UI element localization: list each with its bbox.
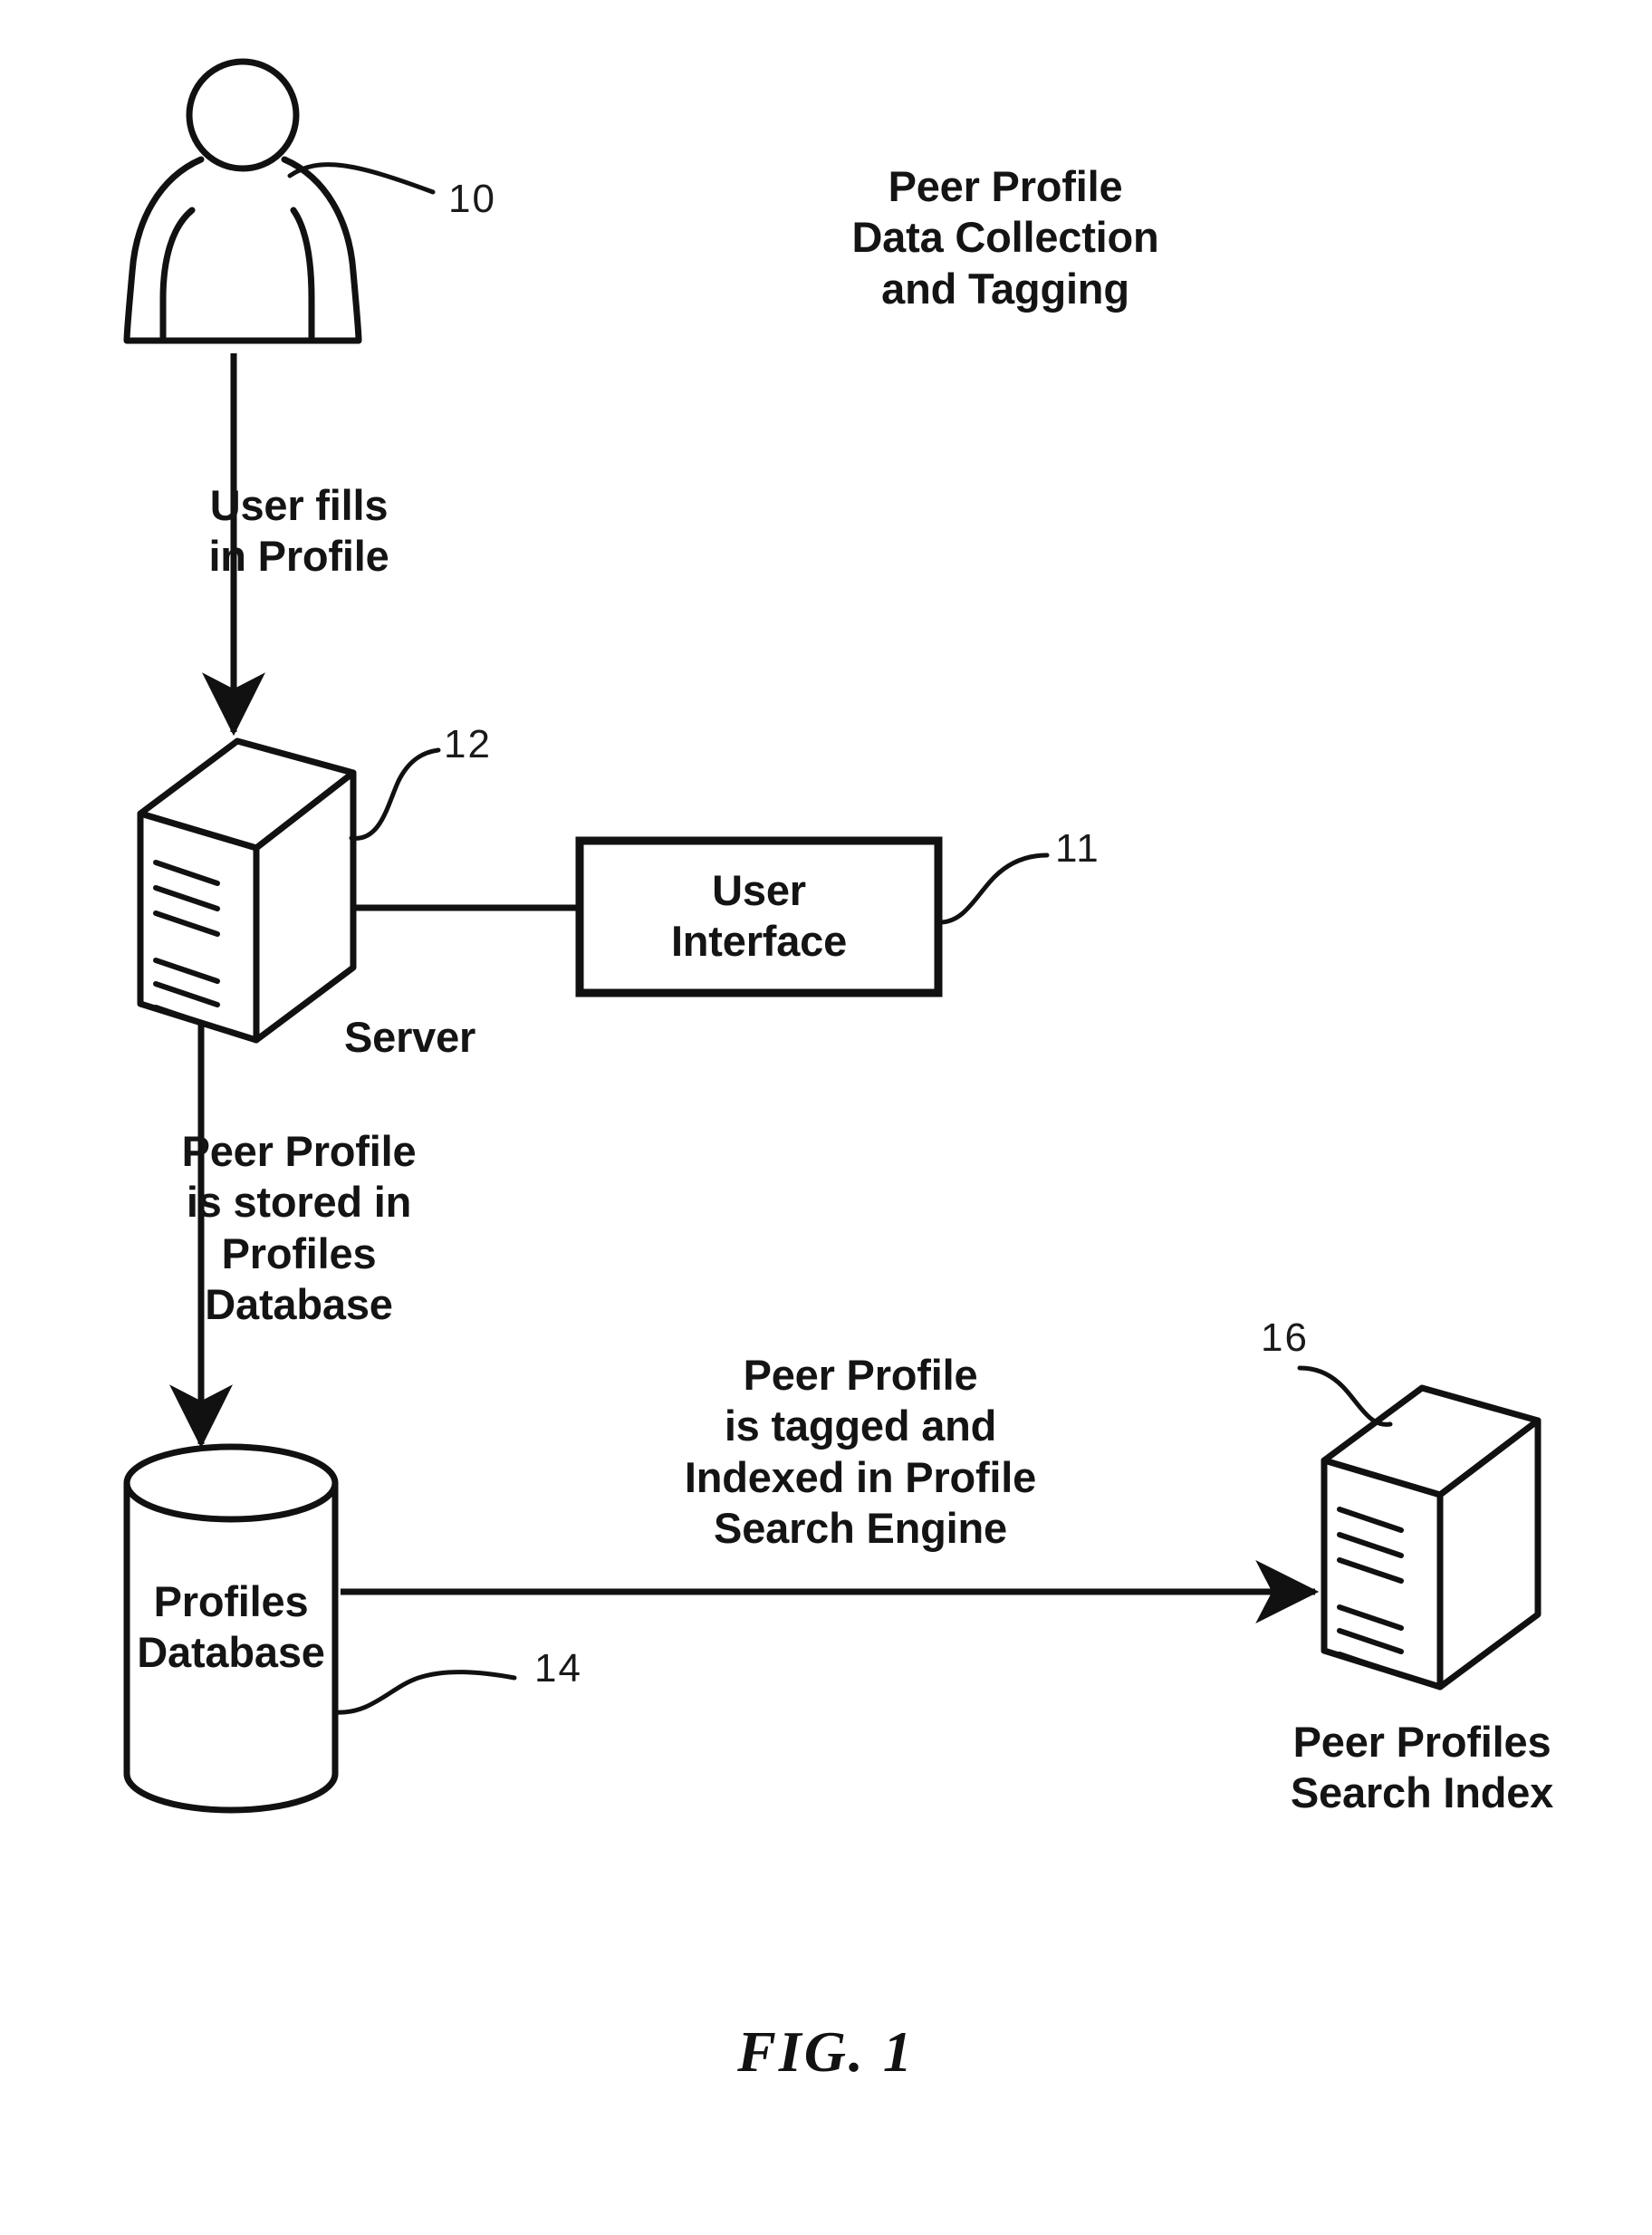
leader-line-14	[334, 1670, 517, 1715]
profiles-database-label: Profiles Database	[137, 1577, 325, 1677]
leader-line-16	[1297, 1365, 1393, 1427]
server-tower-icon	[137, 737, 357, 1044]
flow-label-peer-profile-tagged-and-indexed: Peer Profile is tagged and Indexed in Pr…	[684, 1351, 1037, 1553]
figure-caption: FIG. 1	[737, 2019, 915, 2084]
user-interface-box-label: User Interface	[670, 866, 848, 966]
patent-figure: Peer Profile Data Collection and Tagging…	[0, 0, 1652, 2235]
person-icon	[123, 58, 362, 344]
leader-line-11	[937, 853, 1050, 925]
reference-numeral-11: 11	[1055, 826, 1100, 871]
peer-profiles-search-index-label: Peer Profiles Search Index	[1290, 1718, 1554, 1817]
reference-numeral-12: 12	[444, 722, 492, 766]
flow-label-peer-profile-stored-in-profiles-database: Peer Profile is stored in Profiles Datab…	[181, 1127, 417, 1329]
figure-drawing-canvas	[123, 58, 1542, 1814]
figure-title-block: Peer Profile Data Collection and Tagging	[851, 162, 1159, 313]
leader-line-12	[349, 747, 441, 841]
flow-label-user-fills-in-profile: User fills in Profile	[208, 481, 389, 581]
server-label: Server	[344, 1013, 476, 1061]
reference-numeral-14: 14	[534, 1646, 582, 1691]
search-index-server-icon	[1321, 1384, 1542, 1691]
reference-numeral-16: 16	[1261, 1315, 1309, 1360]
reference-numeral-10: 10	[448, 177, 496, 221]
